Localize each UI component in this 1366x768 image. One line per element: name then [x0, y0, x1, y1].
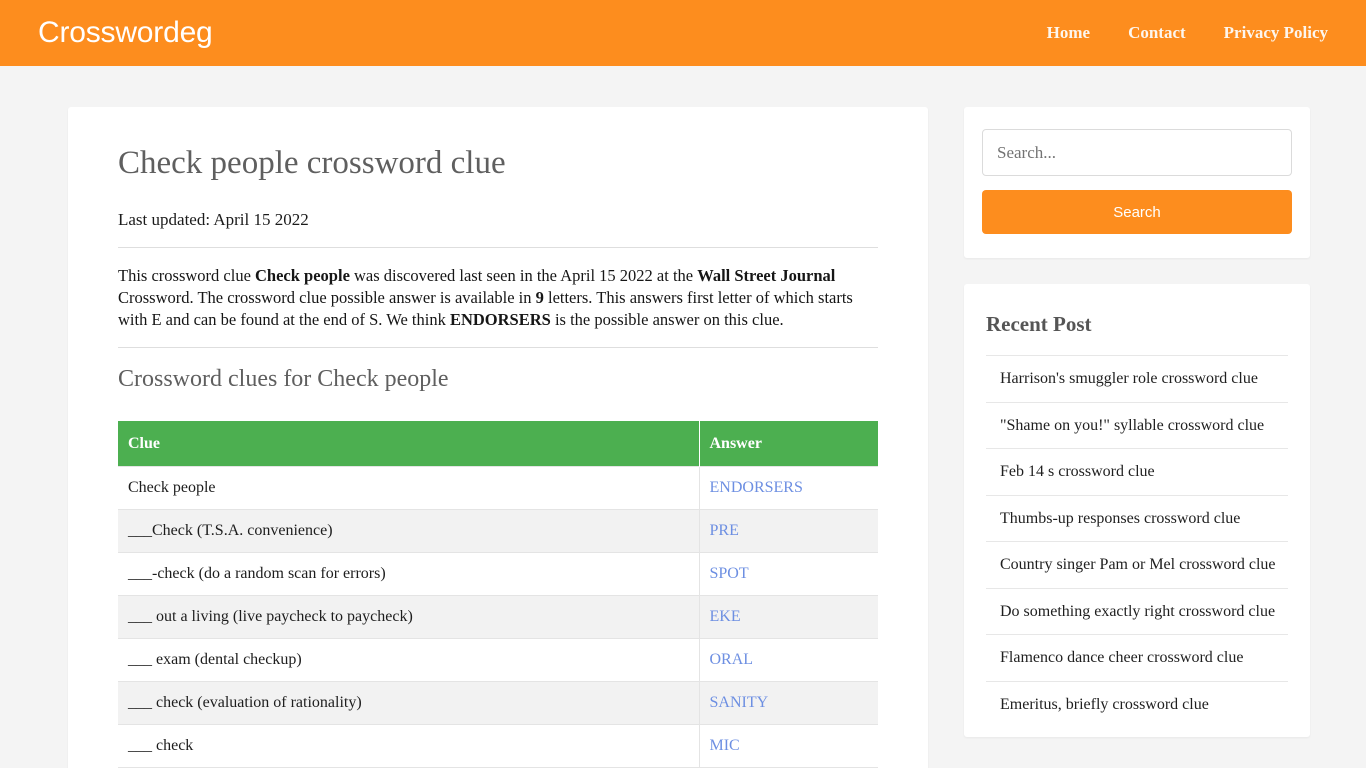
- table-row: ___ out a living (live paycheck to paych…: [118, 594, 878, 639]
- divider-bottom: [118, 346, 878, 348]
- article-card: Check people crossword clue Last updated…: [68, 107, 928, 768]
- answer-cell: ENDORSERS: [699, 465, 878, 510]
- table-row: ___ check MIC: [118, 723, 878, 768]
- clue-cell: ___ check (evaluation of rationality): [118, 680, 700, 725]
- answer-link[interactable]: MIC: [710, 737, 740, 754]
- recent-post-link[interactable]: Do something exactly right crossword clu…: [986, 589, 1288, 635]
- answer-cell: ORAL: [699, 637, 878, 682]
- recent-post-card: Recent Post Harrison's smuggler role cro…: [964, 284, 1310, 738]
- recent-post-list: Harrison's smuggler role crossword clue "…: [986, 355, 1288, 727]
- answer-link[interactable]: SPOT: [710, 565, 749, 582]
- recent-post-link[interactable]: "Shame on you!" syllable crossword clue: [986, 403, 1288, 449]
- search-input[interactable]: [982, 129, 1292, 176]
- recent-post-link[interactable]: Flamenco dance cheer crossword clue: [986, 635, 1288, 681]
- list-item: Feb 14 s crossword clue: [986, 448, 1288, 495]
- recent-post-link[interactable]: Feb 14 s crossword clue: [986, 449, 1288, 495]
- list-item: Thumbs-up responses crossword clue: [986, 494, 1288, 542]
- intro-paragraph: This crossword clue Check people was dis…: [118, 265, 878, 331]
- intro-bold-clue: Check people: [255, 266, 350, 286]
- nav-link-privacy-policy[interactable]: Privacy Policy: [1224, 23, 1328, 43]
- intro-text-2: was discovered last seen in the April 15…: [349, 266, 698, 286]
- intro-bold-publication: Wall Street Journal: [697, 266, 836, 286]
- answer-link[interactable]: PRE: [710, 522, 739, 539]
- table-row: ___ exam (dental checkup) ORAL: [118, 637, 878, 682]
- nav-links: Home Contact Privacy Policy: [1047, 23, 1342, 43]
- clue-cell: ___ check: [118, 723, 700, 768]
- answer-link[interactable]: EKE: [710, 608, 741, 625]
- site-brand-logo[interactable]: Crosswordeg: [38, 18, 213, 48]
- answer-cell: SPOT: [699, 551, 878, 596]
- list-item: "Shame on you!" syllable crossword clue: [986, 401, 1288, 449]
- table-row: ___ check (evaluation of rationality) SAN…: [118, 680, 878, 725]
- search-button[interactable]: Search: [982, 190, 1292, 234]
- table-body: Check people ENDORSERS ___Check (T.S.A. co…: [118, 465, 878, 768]
- top-navbar: Crosswordeg Home Contact Privacy Policy: [0, 0, 1366, 66]
- clue-cell: Check people: [118, 465, 700, 510]
- answer-cell: EKE: [699, 594, 878, 639]
- main-column: Check people crossword clue Last updated…: [68, 107, 928, 768]
- recent-post-link[interactable]: Thumbs-up responses crossword clue: [986, 496, 1288, 542]
- intro-text-3: Crossword. The crossword clue possible a…: [118, 287, 536, 307]
- list-item: Harrison's smuggler role crossword clue: [986, 355, 1288, 402]
- table-row: ___Check (T.S.A. convenience) PRE: [118, 508, 878, 553]
- intro-text-5: is the possible answer on this clue.: [550, 309, 784, 329]
- clue-cell: ___ exam (dental checkup): [118, 637, 700, 682]
- nav-link-home[interactable]: Home: [1047, 23, 1090, 43]
- recent-post-link[interactable]: Emeritus, briefly crossword clue: [986, 682, 1288, 728]
- divider-top: [118, 247, 878, 249]
- section-title: Crossword clues for Check people: [118, 365, 449, 392]
- clue-cell: ___-check (do a random scan for errors): [118, 551, 700, 596]
- page-body: Check people crossword clue Last updated…: [0, 66, 1366, 768]
- list-item: Emeritus, briefly crossword clue: [986, 680, 1288, 728]
- recent-post-link[interactable]: Harrison's smuggler role crossword clue: [986, 356, 1288, 402]
- clue-cell: ___Check (T.S.A. convenience): [118, 508, 700, 553]
- list-item: Do something exactly right crossword clu…: [986, 587, 1288, 635]
- table-row: ___-check (do a random scan for errors) S…: [118, 551, 878, 596]
- answer-link[interactable]: ORAL: [710, 651, 754, 668]
- search-card: Search: [964, 107, 1310, 258]
- intro-bold-answer: ENDORSERS: [449, 309, 551, 329]
- list-item: Country singer Pam or Mel crossword clue: [986, 541, 1288, 588]
- intro-text-1: This crossword clue: [118, 266, 256, 286]
- answer-link[interactable]: ENDORSERS: [710, 479, 803, 496]
- crossword-clues-table: Clue Answer Check people ENDORSERS ___Chec…: [118, 420, 878, 768]
- answer-cell: PRE: [699, 508, 878, 553]
- column-header-clue: Clue: [118, 420, 700, 467]
- answer-cell: MIC: [699, 723, 878, 768]
- table-row: Check people ENDORSERS: [118, 465, 878, 510]
- sidebar-column: Search Recent Post Harrison's smuggler r…: [964, 107, 1310, 738]
- recent-post-link[interactable]: Country singer Pam or Mel crossword clue: [986, 542, 1288, 588]
- list-item: Flamenco dance cheer crossword clue: [986, 634, 1288, 681]
- recent-post-title: Recent Post: [986, 312, 1092, 336]
- table-header-row: Clue Answer: [118, 420, 878, 467]
- answer-cell: SANITY: [699, 680, 878, 725]
- intro-bold-letter-count: 9: [535, 287, 544, 307]
- last-updated-text: Last updated: April 15 2022: [118, 209, 309, 229]
- answer-link[interactable]: SANITY: [710, 694, 769, 711]
- nav-link-contact[interactable]: Contact: [1128, 23, 1186, 43]
- table-head: Clue Answer: [118, 420, 878, 467]
- column-header-answer: Answer: [699, 420, 878, 467]
- clue-cell: ___ out a living (live paycheck to paych…: [118, 594, 700, 639]
- page-title: Check people crossword clue: [118, 145, 506, 181]
